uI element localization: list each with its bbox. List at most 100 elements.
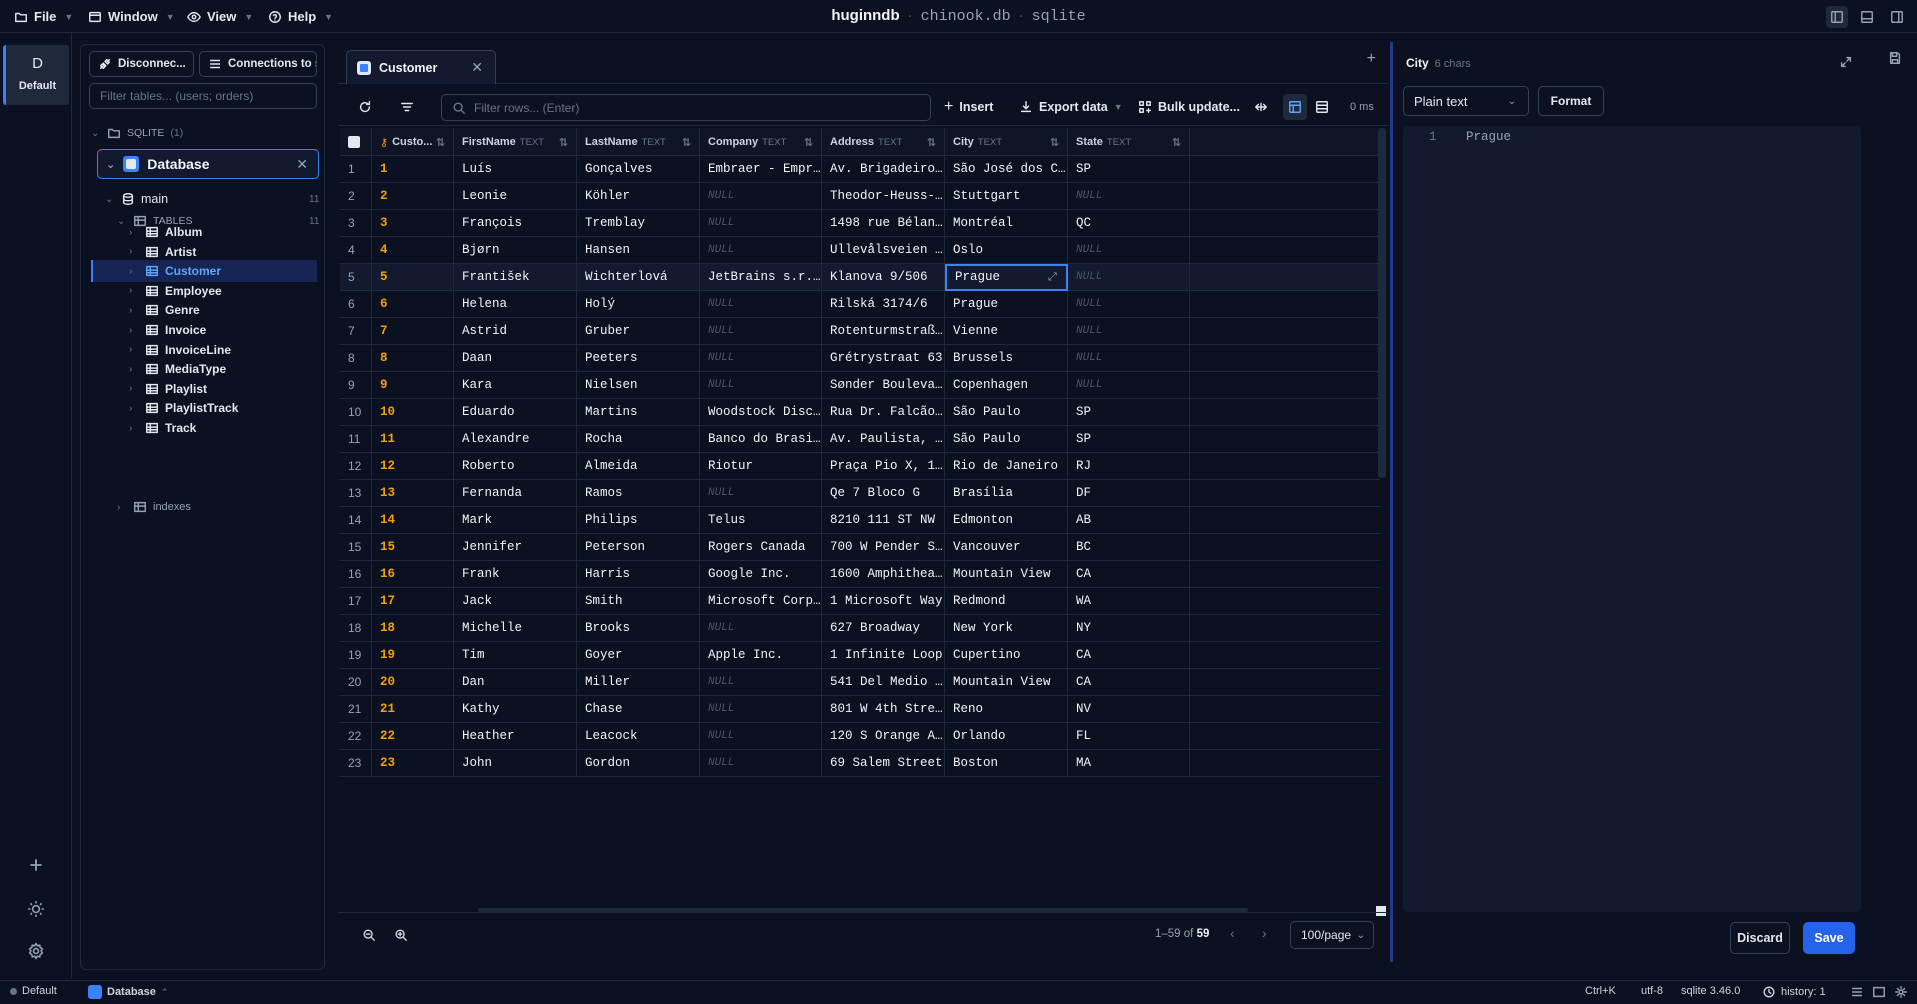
settings-button[interactable] <box>24 940 48 964</box>
table-cell[interactable]: Hansen <box>577 237 700 264</box>
table-cell[interactable]: NULL <box>700 345 822 372</box>
row-index[interactable]: 16 <box>340 561 372 588</box>
editor-mode-select[interactable]: Plain text ⌄ <box>1403 86 1529 116</box>
table-cell[interactable]: Cupertino <box>945 642 1068 669</box>
sort-icon[interactable]: ⇅ <box>804 136 813 149</box>
row-index[interactable]: 9 <box>340 372 372 399</box>
table-cell[interactable]: AB <box>1068 507 1190 534</box>
settings-status-button[interactable] <box>1894 985 1908 999</box>
table-cell[interactable]: NULL <box>700 750 822 777</box>
row-index[interactable]: 21 <box>340 696 372 723</box>
table-cell[interactable]: Tim <box>454 642 577 669</box>
row-index[interactable]: 12 <box>340 453 372 480</box>
table-cell[interactable]: Prague <box>945 291 1068 318</box>
table-row[interactable]: 18 18 Michelle Brooks NULL 627 Broadway New Yo… <box>340 615 1380 642</box>
column-header-address[interactable]: Address TEXT ⇅ <box>822 128 945 156</box>
table-cell[interactable]: Jack <box>454 588 577 615</box>
table-cell[interactable]: NULL <box>1068 345 1190 372</box>
table-cell[interactable]: Brasília <box>945 480 1068 507</box>
column-header-custo[interactable]: ⚷ Custo... ⇅ <box>372 128 454 156</box>
table-cell[interactable]: Wichterlová <box>577 264 700 291</box>
table-cell[interactable]: Orlando <box>945 723 1068 750</box>
table-cell[interactable]: François <box>454 210 577 237</box>
row-index[interactable]: 23 <box>340 750 372 777</box>
table-row[interactable]: 1717JackSmithMicrosoft Corporation1 Micr… <box>340 588 1380 615</box>
table-row[interactable]: 16 16 Frank Harris Google Inc. 1600 Amphithea… <box>340 561 1380 588</box>
zoom-in-button[interactable] <box>394 927 408 942</box>
status-history[interactable]: history: 1 <box>1762 985 1826 999</box>
row-index[interactable]: 1 <box>340 156 372 183</box>
table-cell[interactable]: 7 <box>372 318 454 345</box>
toggle-right-panel-button[interactable] <box>1886 6 1908 28</box>
layout-button[interactable] <box>1850 985 1864 999</box>
table-cell[interactable]: Rotenturmstraße 4, 1010 Innere Stadt <box>822 318 945 345</box>
table-cell[interactable]: Reno <box>945 696 1068 723</box>
table-cell[interactable]: 120 S Orange Ave <box>822 723 945 750</box>
table-cell[interactable]: NULL <box>1068 318 1190 345</box>
status-workspace[interactable]: Default <box>10 985 57 997</box>
editor-value[interactable]: Prague <box>1466 130 1511 144</box>
row-index[interactable]: 14 <box>340 507 372 534</box>
table-cell[interactable]: CA <box>1068 669 1190 696</box>
save-button[interactable]: Save <box>1803 922 1855 954</box>
table-cell[interactable]: Michelle <box>454 615 577 642</box>
table-cell[interactable]: Mark <box>454 507 577 534</box>
row-index[interactable]: 15 <box>340 534 372 561</box>
grid-view-toggle[interactable] <box>1283 94 1307 120</box>
table-cell[interactable]: 5 <box>372 264 454 291</box>
table-cell[interactable]: Rilská 3174/6 <box>822 291 945 318</box>
window-button[interactable] <box>1872 985 1886 999</box>
table-cell[interactable]: Holý <box>577 291 700 318</box>
table-cell[interactable]: 20 <box>372 669 454 696</box>
table-cell[interactable]: Luís <box>454 156 577 183</box>
row-index[interactable]: 19 <box>340 642 372 669</box>
table-cell[interactable]: São José dos Campos <box>945 156 1068 183</box>
table-cell[interactable]: NULL <box>700 723 822 750</box>
table-cell[interactable]: 15 <box>372 534 454 561</box>
table-cell[interactable]: NULL <box>700 615 822 642</box>
table-cell[interactable]: NULL <box>700 318 822 345</box>
table-cell[interactable]: SP <box>1068 156 1190 183</box>
sort-icon[interactable]: ⇅ <box>1172 136 1181 149</box>
table-cell[interactable]: Gonçalves <box>577 156 700 183</box>
row-index[interactable]: 17 <box>340 588 372 615</box>
table-cell[interactable]: Helena <box>454 291 577 318</box>
tab-customer[interactable]: Customer ✕ <box>346 50 496 84</box>
table-cell[interactable]: NULL <box>1068 372 1190 399</box>
table-cell[interactable]: Gruber <box>577 318 700 345</box>
table-cell[interactable]: CA <box>1068 642 1190 669</box>
table-row[interactable]: 21 21 Kathy Chase NULL 801 W 4th Street Reno NV <box>340 696 1380 723</box>
status-connection[interactable]: Database ⌃ <box>88 985 168 999</box>
table-row[interactable]: 10 10 Eduardo Martins Woodstock Discos Rua Dr… <box>340 399 1380 426</box>
table-row[interactable]: 11LuísGonçalvesEmbraer - Empresa Brasile… <box>340 156 1380 183</box>
table-cell[interactable]: 13 <box>372 480 454 507</box>
table-cell[interactable]: Sønder Boulevard 51 <box>822 372 945 399</box>
sort-icon[interactable]: ⇅ <box>1050 136 1059 149</box>
table-cell[interactable]: NULL <box>700 291 822 318</box>
table-cell[interactable]: Tremblay <box>577 210 700 237</box>
row-index[interactable]: 5 <box>340 264 372 291</box>
table-cell[interactable]: 12 <box>372 453 454 480</box>
table-cell[interactable]: Almeida <box>577 453 700 480</box>
row-index[interactable]: 20 <box>340 669 372 696</box>
table-cell[interactable]: Fernanda <box>454 480 577 507</box>
table-cell[interactable]: Klanova 9/506 <box>822 264 945 291</box>
row-filter-input[interactable]: Filter rows... (Enter) <box>441 94 931 121</box>
table-row[interactable]: 6 6 Helena Holý NULL Rilská 3174/6 Prague NULL <box>340 291 1380 318</box>
table-cell[interactable]: Eduardo <box>454 399 577 426</box>
table-cell[interactable]: Brussels <box>945 345 1068 372</box>
table-cell[interactable]: John <box>454 750 577 777</box>
row-index[interactable]: 11 <box>340 426 372 453</box>
table-cell[interactable]: NULL <box>1068 291 1190 318</box>
table-cell[interactable]: 1600 Amphitheatre Parkway <box>822 561 945 588</box>
table-cell[interactable]: 11 <box>372 426 454 453</box>
table-cell[interactable]: Ramos <box>577 480 700 507</box>
table-cell[interactable]: NULL <box>1068 237 1190 264</box>
table-row[interactable]: 99KaraNielsenNULLSønder Boulevard 51Cope… <box>340 372 1380 399</box>
schema-main[interactable]: ⌄ main 11 <box>105 188 319 210</box>
filter-button[interactable] <box>400 94 414 120</box>
table-cell[interactable]: 1 Microsoft Way <box>822 588 945 615</box>
table-cell[interactable]: Riotur <box>700 453 822 480</box>
table-cell[interactable]: Telus <box>700 507 822 534</box>
table-cell[interactable]: Theodor-Heuss-Straße 34 <box>822 183 945 210</box>
